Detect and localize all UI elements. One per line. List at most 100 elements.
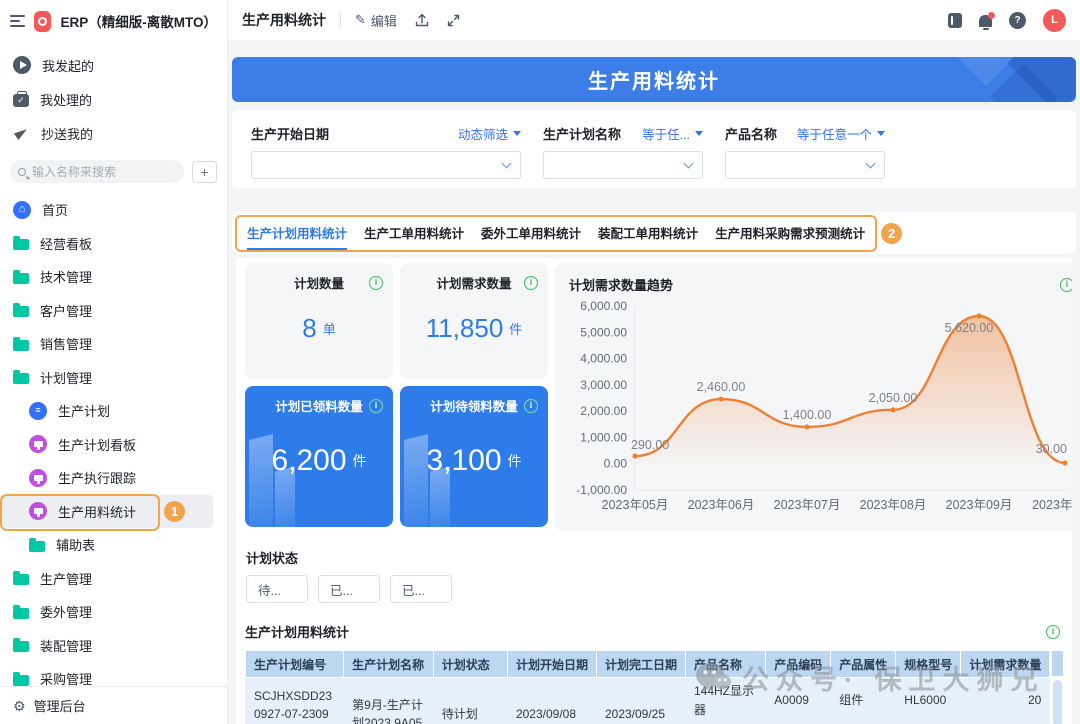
help-icon[interactable]: ? [1009,12,1026,29]
table-row[interactable]: SCJHXSDD230927-07-230927-06第9月-生产计划2023.… [246,678,1050,724]
sidebar-item-admin[interactable]: ⚙ 管理后台 [0,686,227,724]
tab-装配工单用料统计[interactable]: 装配工单用料统计 [598,217,698,250]
filter-operator-link[interactable]: 等于任意一个 [797,124,885,143]
main-area: 生产用料统计 ✎ 编辑 ? L [228,0,1080,724]
sidebar-quick-item[interactable]: ✓我处理的 [0,82,227,116]
column-header[interactable]: 生产计划编号 [246,651,344,678]
plan-status-label: 计划状态 [246,548,1064,567]
svg-text:2,460.00: 2,460.00 [697,380,746,394]
tab-生产用料采购需求预测统计[interactable]: 生产用料采购需求预测统计 [715,217,865,250]
add-button[interactable]: + [192,161,217,183]
sidebar-item-装配管理[interactable]: 装配管理 [0,629,227,663]
sidebar-item-首页[interactable]: ⌂首页 [0,193,227,227]
product-name-select[interactable] [725,151,885,179]
home-icon: ⌂ [13,201,31,219]
stat-card-计划数量: 计划数量i8单 [245,263,393,379]
column-header[interactable]: 产品属性 [831,651,896,678]
sidebar-item-辅助表[interactable]: 辅助表 [0,528,227,562]
send-icon [14,126,29,140]
sidebar-item-销售管理[interactable]: 销售管理 [0,327,227,361]
info-icon[interactable]: i [1060,278,1072,292]
caret-down-icon [513,131,521,136]
column-header[interactable]: 规格型号 [896,651,961,678]
tab-生产工单用料统计[interactable]: 生产工单用料统计 [364,217,464,250]
status-chip[interactable]: 已... [390,575,452,603]
chart-title: 计划需求数量趋势 [569,275,673,294]
stat-title: 计划数量 [255,273,369,292]
sidebar-quick-item[interactable]: 抄送我的 [0,116,227,150]
filter-label: 产品名称 [725,124,777,143]
sidebar-toggle-icon[interactable] [10,15,25,27]
sidebar-item-生产用料统计[interactable]: 生产用料统计1 [0,495,213,529]
column-header[interactable]: 计划状态 [433,651,507,678]
filter-plan-name: 生产计划名称 等于任... [543,124,703,188]
folder-icon [13,239,29,250]
bell-icon[interactable] [979,15,992,27]
sidebar-item-label: 生产计划看板 [58,435,136,454]
search-box[interactable] [10,160,184,183]
trend-chart-panel: 计划需求数量趋势 i -1,000.000.001,000.002,000.00… [555,263,1072,531]
sidebar-item-技术管理[interactable]: 技术管理 [0,260,227,294]
column-header[interactable]: 计划完工日期 [596,651,685,678]
sidebar-item-经营看板[interactable]: 经营看板 [0,227,227,261]
svg-text:2,000.00: 2,000.00 [580,404,627,418]
sidebar-item-客户管理[interactable]: 客户管理 [0,294,227,328]
notebook-icon[interactable] [948,13,962,28]
stat-title: 计划需求数量 [410,273,524,292]
column-header[interactable]: 生产计划名称 [344,651,434,678]
stat-unit: 单 [323,319,336,338]
tab-生产计划用料统计[interactable]: 生产计划用料统计 [247,217,347,250]
page-banner: 生产用料统计 [232,57,1076,102]
filter-product-name: 产品名称 等于任意一个 [725,124,885,188]
info-icon[interactable]: i [1046,625,1060,639]
svg-text:290.00: 290.00 [631,438,669,452]
table-scrollbar[interactable] [1051,650,1064,724]
app-title: ERP（精细版-离散MTO） [60,11,217,31]
notification-dot [988,12,995,19]
dashboard-panel: 计划数量i8单计划需求数量i11,850件计划已领料数量i6,200件计划待领料… [236,258,1072,724]
sidebar-item-生产管理[interactable]: 生产管理 [0,562,227,596]
column-header[interactable]: 计划开始日期 [507,651,596,678]
svg-text:2023年06月: 2023年06月 [688,498,755,512]
sidebar-item-生产计划[interactable]: ≡生产计划 [0,394,227,428]
sidebar-quick-item[interactable]: 我发起的 [0,48,227,82]
plan-name-select[interactable] [543,151,703,179]
app-logo-icon [34,11,51,32]
sidebar-item-生产执行跟踪[interactable]: 生产执行跟踪 [0,461,227,495]
search-icon [18,168,26,176]
stat-unit: 件 [508,451,522,471]
svg-text:1,400.00: 1,400.00 [783,408,832,422]
document-icon: ≡ [29,402,47,420]
sidebar-item-label: 生产用料统计 [58,502,136,521]
caret-down-icon [695,131,703,136]
info-icon[interactable]: i [524,399,538,413]
edit-button[interactable]: ✎ 编辑 [355,11,397,30]
status-chip[interactable]: 已... [318,575,380,603]
folder-icon [13,574,29,585]
info-icon[interactable]: i [369,399,383,413]
avatar[interactable]: L [1043,9,1066,32]
column-header[interactable]: 计划需求数量 [961,651,1050,678]
sidebar-item-生产计划看板[interactable]: 生产计划看板 [0,428,227,462]
plan-table-block: 生产计划用料统计 i 生产计划编号生产计划名称计划状态计划开始日期计划完工日期产… [245,622,1064,724]
start-date-select[interactable] [251,151,521,179]
expand-icon[interactable] [447,14,460,27]
filter-operator-link[interactable]: 动态筛选 [458,124,521,143]
column-header[interactable]: 产品编码 [766,651,831,678]
gear-icon: ⚙ [13,699,26,713]
search-input[interactable] [32,165,176,179]
status-chip[interactable]: 待... [246,575,308,603]
sidebar-item-采购管理[interactable]: 采购管理 [0,662,227,686]
tab-委外工单用料统计[interactable]: 委外工单用料统计 [481,217,581,250]
info-icon[interactable]: i [369,276,383,290]
scrollbar-thumb[interactable] [1053,680,1062,724]
upload-icon[interactable] [415,13,429,27]
folder-icon [13,306,29,317]
filter-operator-link[interactable]: 等于任... [642,124,703,143]
table-title: 生产计划用料统计 [245,622,349,641]
sidebar-item-计划管理[interactable]: 计划管理 [0,361,227,395]
sidebar-item-委外管理[interactable]: 委外管理 [0,595,227,629]
chevron-down-icon [866,158,876,168]
info-icon[interactable]: i [524,276,538,290]
column-header[interactable]: 产品名称 [685,651,765,678]
